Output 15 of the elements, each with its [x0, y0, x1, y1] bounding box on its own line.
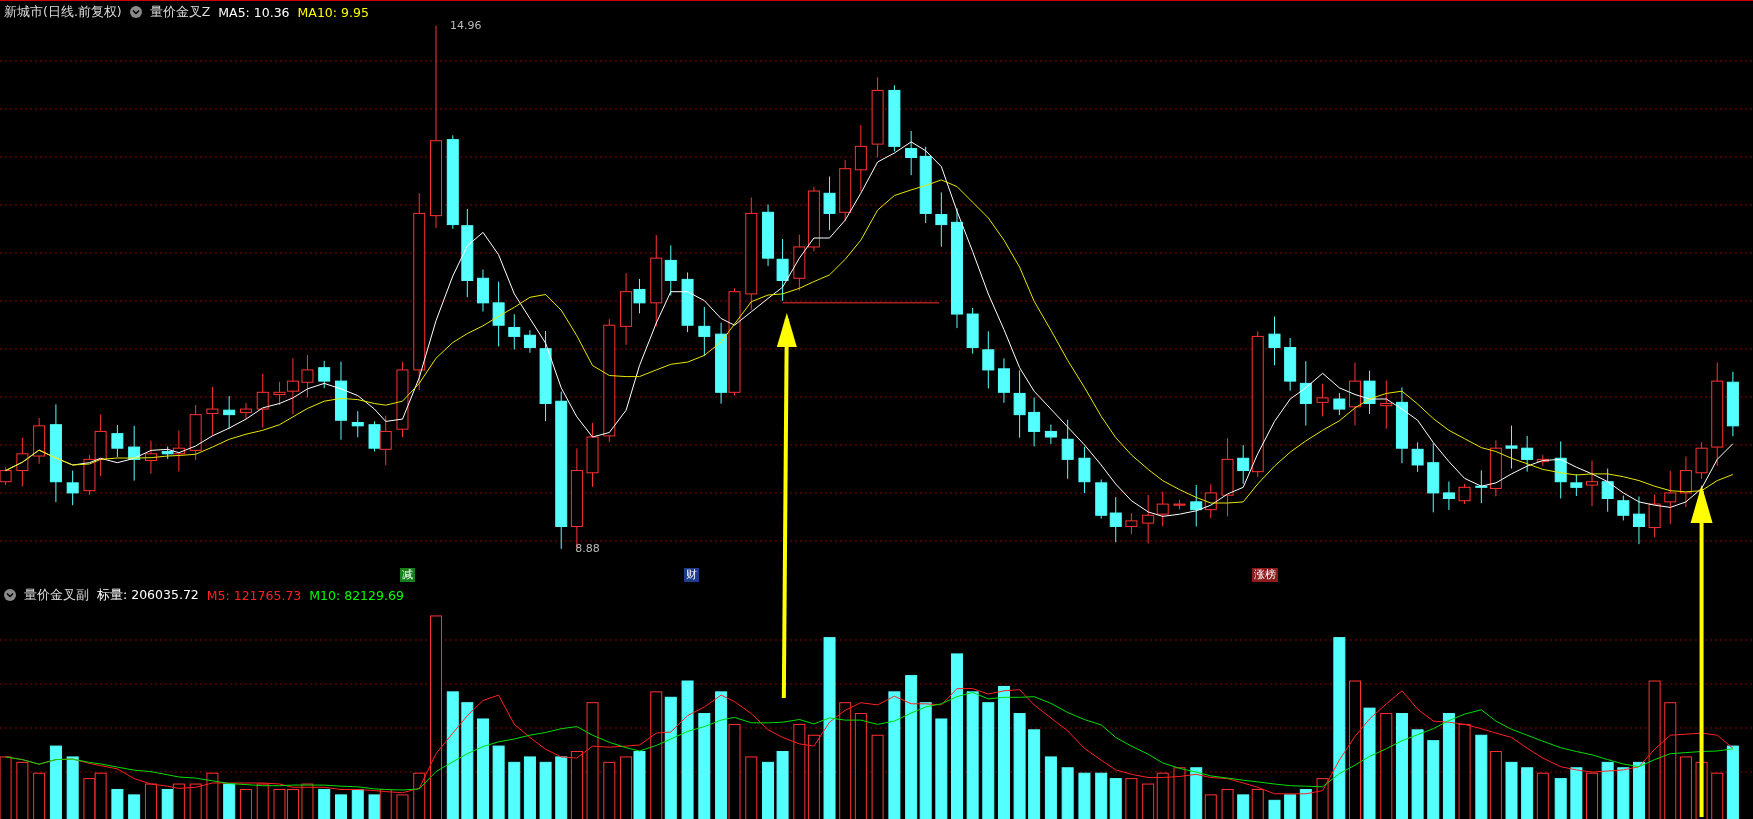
- indicator-name: 量价金叉Z: [149, 3, 211, 21]
- volume-reading: 标量: 206035.72: [97, 586, 199, 604]
- m10-reading: M10: 82129.69: [309, 587, 404, 603]
- stock-title: 新城市(日线.前复权): [4, 3, 122, 21]
- signal-tag: 减: [400, 568, 416, 582]
- indicator-name: 量价金叉副: [24, 586, 89, 604]
- m5-reading: M5: 121765.73: [206, 587, 302, 603]
- dropdown-icon[interactable]: [129, 6, 142, 18]
- signal-tag: 财: [684, 568, 700, 582]
- signal-tag: 涨榜: [1252, 568, 1279, 582]
- ma10-reading: MA10: 9.95: [297, 4, 369, 20]
- price-marker: 14.96: [450, 18, 482, 32]
- ma5-reading: MA5: 10.36: [218, 4, 290, 20]
- price-marker: 8.88: [575, 541, 600, 555]
- dropdown-icon[interactable]: [4, 589, 16, 601]
